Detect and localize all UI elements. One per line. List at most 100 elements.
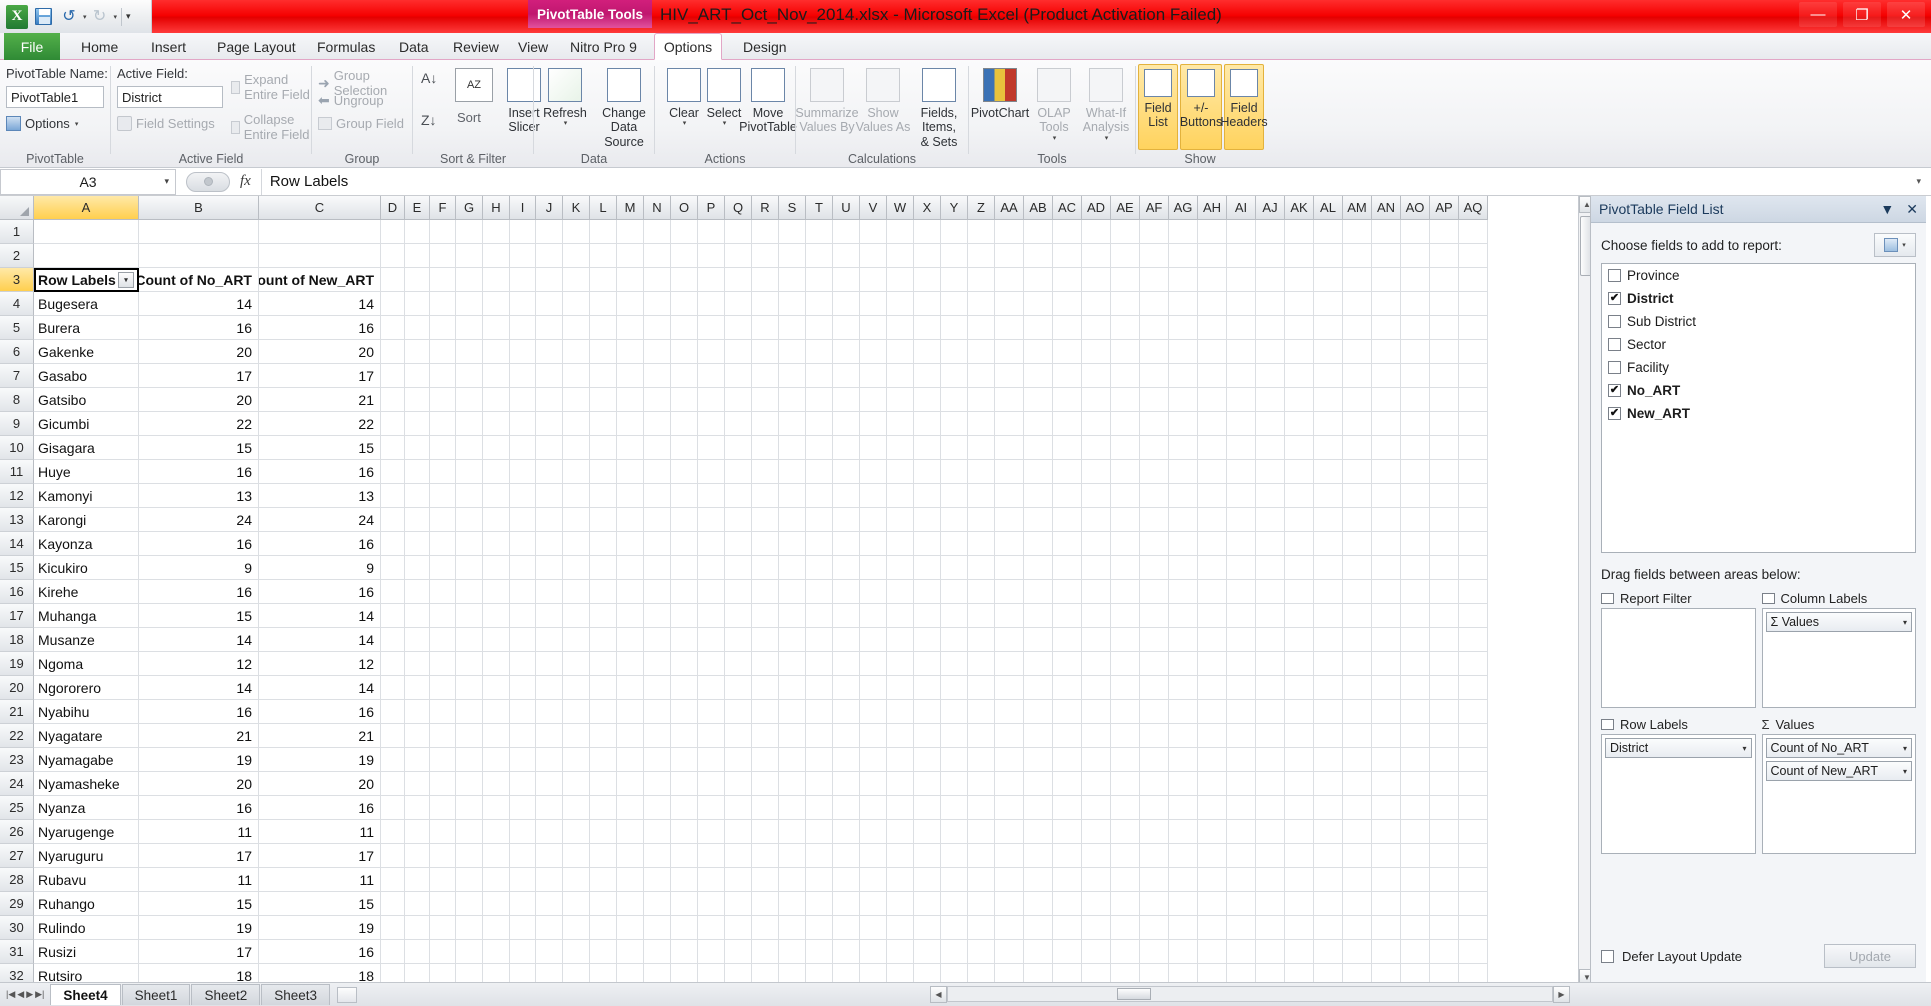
cell-AC24[interactable] bbox=[1053, 772, 1082, 796]
cell-AA29[interactable] bbox=[995, 892, 1024, 916]
table-row[interactable]: 28 Rubavu 11 11 bbox=[0, 868, 1570, 892]
last-sheet-icon[interactable]: ▶| bbox=[35, 989, 44, 1000]
cell-F22[interactable] bbox=[430, 724, 456, 748]
cell-Y6[interactable] bbox=[941, 340, 968, 364]
column-header-AN[interactable]: AN bbox=[1372, 196, 1401, 220]
cell-R23[interactable] bbox=[752, 748, 779, 772]
cell-E11[interactable] bbox=[405, 460, 430, 484]
column-header-P[interactable]: P bbox=[698, 196, 725, 220]
cell-AB24[interactable] bbox=[1024, 772, 1053, 796]
cell-AE20[interactable] bbox=[1111, 676, 1140, 700]
cell-AP23[interactable] bbox=[1430, 748, 1459, 772]
sort-button[interactable]: Sort bbox=[457, 110, 481, 125]
cell-H5[interactable] bbox=[483, 316, 510, 340]
cell-AJ28[interactable] bbox=[1256, 868, 1285, 892]
cell-AK28[interactable] bbox=[1285, 868, 1314, 892]
cell-G4[interactable] bbox=[456, 292, 483, 316]
cell-X8[interactable] bbox=[914, 388, 941, 412]
cell-G31[interactable] bbox=[456, 940, 483, 964]
cell-X5[interactable] bbox=[914, 316, 941, 340]
cell-AC3[interactable] bbox=[1053, 268, 1082, 292]
cell-AJ27[interactable] bbox=[1256, 844, 1285, 868]
cell-X18[interactable] bbox=[914, 628, 941, 652]
cell-R30[interactable] bbox=[752, 916, 779, 940]
cell-AD9[interactable] bbox=[1082, 412, 1111, 436]
cell-F13[interactable] bbox=[430, 508, 456, 532]
field-list-item-new-art[interactable]: ✔ New_ART bbox=[1602, 402, 1915, 425]
cell-AF22[interactable] bbox=[1140, 724, 1169, 748]
cell-AP31[interactable] bbox=[1430, 940, 1459, 964]
cell-AM27[interactable] bbox=[1343, 844, 1372, 868]
cell-F15[interactable] bbox=[430, 556, 456, 580]
cell-Y21[interactable] bbox=[941, 700, 968, 724]
cell-AA16[interactable] bbox=[995, 580, 1024, 604]
cell-AK3[interactable] bbox=[1285, 268, 1314, 292]
column-header-AE[interactable]: AE bbox=[1111, 196, 1140, 220]
cell-T19[interactable] bbox=[806, 652, 833, 676]
cell-I31[interactable] bbox=[510, 940, 536, 964]
cell-AP24[interactable] bbox=[1430, 772, 1459, 796]
cell-M16[interactable] bbox=[617, 580, 644, 604]
cell-AK25[interactable] bbox=[1285, 796, 1314, 820]
pivotchart-button[interactable]: PivotChart bbox=[969, 64, 1031, 150]
cell-D21[interactable] bbox=[381, 700, 405, 724]
cell-AN2[interactable] bbox=[1372, 244, 1401, 268]
cell-AH7[interactable] bbox=[1198, 364, 1227, 388]
cell-Z2[interactable] bbox=[968, 244, 995, 268]
cell-C31[interactable]: 16 bbox=[259, 940, 381, 964]
table-row[interactable]: 15 Kicukiro 9 9 bbox=[0, 556, 1570, 580]
cell-AA7[interactable] bbox=[995, 364, 1024, 388]
cell-T20[interactable] bbox=[806, 676, 833, 700]
field-checkbox[interactable]: ✔ bbox=[1608, 292, 1621, 305]
cell-AC28[interactable] bbox=[1053, 868, 1082, 892]
cell-L4[interactable] bbox=[590, 292, 617, 316]
cell-AC5[interactable] bbox=[1053, 316, 1082, 340]
cell-G8[interactable] bbox=[456, 388, 483, 412]
cell-AF8[interactable] bbox=[1140, 388, 1169, 412]
cell-P22[interactable] bbox=[698, 724, 725, 748]
cell-AB8[interactable] bbox=[1024, 388, 1053, 412]
row-header-26[interactable]: 26 bbox=[0, 820, 34, 844]
sheet-tab-sheet1[interactable]: Sheet1 bbox=[121, 984, 191, 1005]
cell-AF19[interactable] bbox=[1140, 652, 1169, 676]
cell-AG30[interactable] bbox=[1169, 916, 1198, 940]
cell-AJ9[interactable] bbox=[1256, 412, 1285, 436]
cell-K18[interactable] bbox=[563, 628, 590, 652]
cell-AQ6[interactable] bbox=[1459, 340, 1488, 364]
cell-X3[interactable] bbox=[914, 268, 941, 292]
cell-D25[interactable] bbox=[381, 796, 405, 820]
cell-P28[interactable] bbox=[698, 868, 725, 892]
column-header-Q[interactable]: Q bbox=[725, 196, 752, 220]
cell-AI9[interactable] bbox=[1227, 412, 1256, 436]
cell-AJ21[interactable] bbox=[1256, 700, 1285, 724]
cell-U25[interactable] bbox=[833, 796, 860, 820]
cell-I22[interactable] bbox=[510, 724, 536, 748]
cell-AN27[interactable] bbox=[1372, 844, 1401, 868]
cell-N23[interactable] bbox=[644, 748, 671, 772]
quick-access-toolbar[interactable]: X ↺ ▾ ↻ ▾ ▾ bbox=[0, 0, 152, 33]
cell-N19[interactable] bbox=[644, 652, 671, 676]
cell-AG22[interactable] bbox=[1169, 724, 1198, 748]
table-row[interactable]: 31 Rusizi 17 16 bbox=[0, 940, 1570, 964]
cell-M27[interactable] bbox=[617, 844, 644, 868]
cell-AO13[interactable] bbox=[1401, 508, 1430, 532]
cell-AM17[interactable] bbox=[1343, 604, 1372, 628]
new-sheet-icon[interactable] bbox=[337, 986, 358, 1003]
cell-H9[interactable] bbox=[483, 412, 510, 436]
cell-S17[interactable] bbox=[779, 604, 806, 628]
cell-T13[interactable] bbox=[806, 508, 833, 532]
table-row[interactable]: 6 Gakenke 20 20 bbox=[0, 340, 1570, 364]
cell-P9[interactable] bbox=[698, 412, 725, 436]
cell-D8[interactable] bbox=[381, 388, 405, 412]
cell-A12[interactable]: Kamonyi bbox=[34, 484, 139, 508]
cell-E14[interactable] bbox=[405, 532, 430, 556]
cell-AD3[interactable] bbox=[1082, 268, 1111, 292]
cell-W30[interactable] bbox=[887, 916, 914, 940]
cell-M26[interactable] bbox=[617, 820, 644, 844]
cell-Q18[interactable] bbox=[725, 628, 752, 652]
defer-layout-update-checkbox[interactable] bbox=[1601, 949, 1614, 963]
cell-K14[interactable] bbox=[563, 532, 590, 556]
cell-AI19[interactable] bbox=[1227, 652, 1256, 676]
change-data-source-button[interactable]: Change Data Source bbox=[592, 64, 656, 150]
cell-AD24[interactable] bbox=[1082, 772, 1111, 796]
